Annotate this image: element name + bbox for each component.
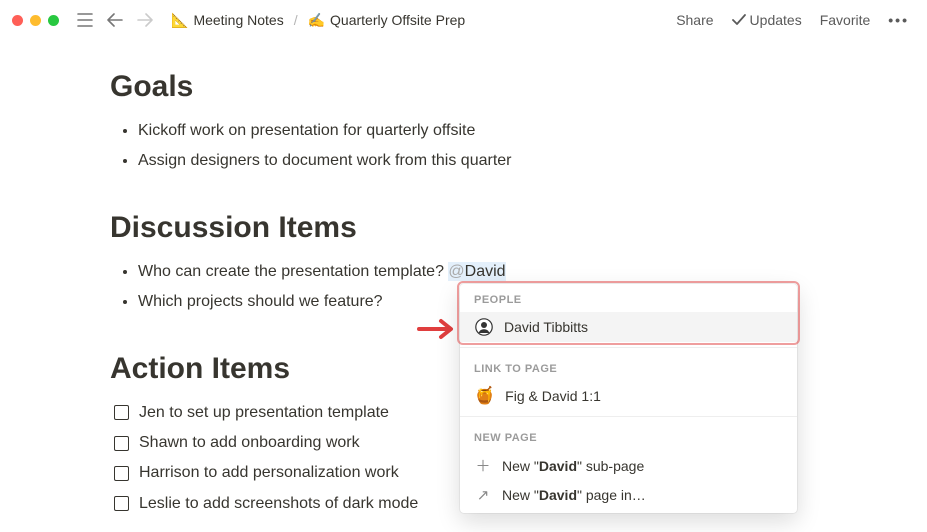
- arrow-right-icon: [137, 13, 153, 27]
- breadcrumb-parent-label: Meeting Notes: [193, 12, 283, 28]
- arrow-upright-icon: ↗: [474, 486, 492, 504]
- breadcrumb-current-icon: ✍️: [308, 12, 325, 29]
- updates-button[interactable]: Updates: [730, 10, 804, 30]
- popover-person-row[interactable]: David Tibbitts: [460, 312, 797, 342]
- hamburger-icon: [77, 13, 93, 27]
- todo-label: Harrison to add personalization work: [139, 458, 399, 488]
- goals-list: Kickoff work on presentation for quarter…: [110, 116, 817, 177]
- popover-section-link: LINK TO PAGE: [460, 353, 797, 381]
- checkbox[interactable]: [114, 496, 129, 511]
- popover-new-page-in-label: New "David" page in…: [502, 487, 646, 503]
- arrow-right-red-icon: [417, 318, 457, 340]
- checkmark-icon: [732, 14, 746, 26]
- list-item[interactable]: Who can create the presentation template…: [138, 257, 817, 287]
- popover-person-name: David Tibbitts: [504, 319, 588, 335]
- todo-label: Leslie to add screenshots of dark mode: [139, 489, 418, 519]
- page-icon: 🍯: [474, 386, 495, 406]
- avatar-icon: [474, 317, 494, 337]
- sidebar-toggle-button[interactable]: [73, 8, 97, 32]
- window-maximize-button[interactable]: [48, 15, 59, 26]
- breadcrumb-current[interactable]: ✍️ Quarterly Offsite Prep: [304, 10, 470, 31]
- list-item[interactable]: Assign designers to document work from t…: [138, 146, 817, 176]
- breadcrumb-parent-icon: 📐: [171, 12, 188, 29]
- popover-new-page-in-row[interactable]: ↗ New "David" page in…: [460, 481, 797, 509]
- popover-new-subpage-label: New "David" sub-page: [502, 458, 644, 474]
- popover-section-people: PEOPLE: [460, 284, 797, 312]
- mention-input[interactable]: @David: [448, 262, 505, 281]
- mention-popover: PEOPLE David Tibbitts LINK TO PAGE 🍯 Fig…: [460, 284, 797, 513]
- nav-back-button[interactable]: [103, 8, 127, 32]
- breadcrumb-separator: /: [294, 12, 298, 28]
- topbar: 📐 Meeting Notes / ✍️ Quarterly Offsite P…: [0, 0, 927, 40]
- heading-goals: Goals: [110, 70, 817, 104]
- annotation-arrow: [417, 318, 457, 340]
- arrow-left-icon: [107, 13, 123, 27]
- favorite-button[interactable]: Favorite: [818, 10, 873, 30]
- breadcrumb-parent[interactable]: 📐 Meeting Notes: [167, 10, 288, 31]
- divider: [460, 347, 797, 348]
- checkbox[interactable]: [114, 466, 129, 481]
- window-controls: [12, 15, 59, 26]
- checkbox[interactable]: [114, 405, 129, 420]
- more-button[interactable]: •••: [886, 10, 911, 30]
- popover-section-newpage: NEW PAGE: [460, 422, 797, 450]
- popover-page-row[interactable]: 🍯 Fig & David 1:1: [460, 381, 797, 411]
- breadcrumb-current-label: Quarterly Offsite Prep: [330, 12, 465, 28]
- list-item[interactable]: Kickoff work on presentation for quarter…: [138, 116, 817, 146]
- todo-label: Shawn to add onboarding work: [139, 428, 360, 458]
- breadcrumb: 📐 Meeting Notes / ✍️ Quarterly Offsite P…: [167, 10, 469, 31]
- nav-forward-button[interactable]: [133, 8, 157, 32]
- divider: [460, 416, 797, 417]
- window-minimize-button[interactable]: [30, 15, 41, 26]
- heading-discussion: Discussion Items: [110, 211, 817, 245]
- todo-label: Jen to set up presentation template: [139, 398, 389, 428]
- window-close-button[interactable]: [12, 15, 23, 26]
- topbar-actions: Share Updates Favorite •••: [674, 10, 911, 30]
- popover-page-name: Fig & David 1:1: [505, 388, 601, 404]
- share-button[interactable]: Share: [674, 10, 715, 30]
- checkbox[interactable]: [114, 436, 129, 451]
- plus-icon: ＋: [474, 455, 492, 476]
- popover-new-subpage-row[interactable]: ＋ New "David" sub-page: [460, 450, 797, 481]
